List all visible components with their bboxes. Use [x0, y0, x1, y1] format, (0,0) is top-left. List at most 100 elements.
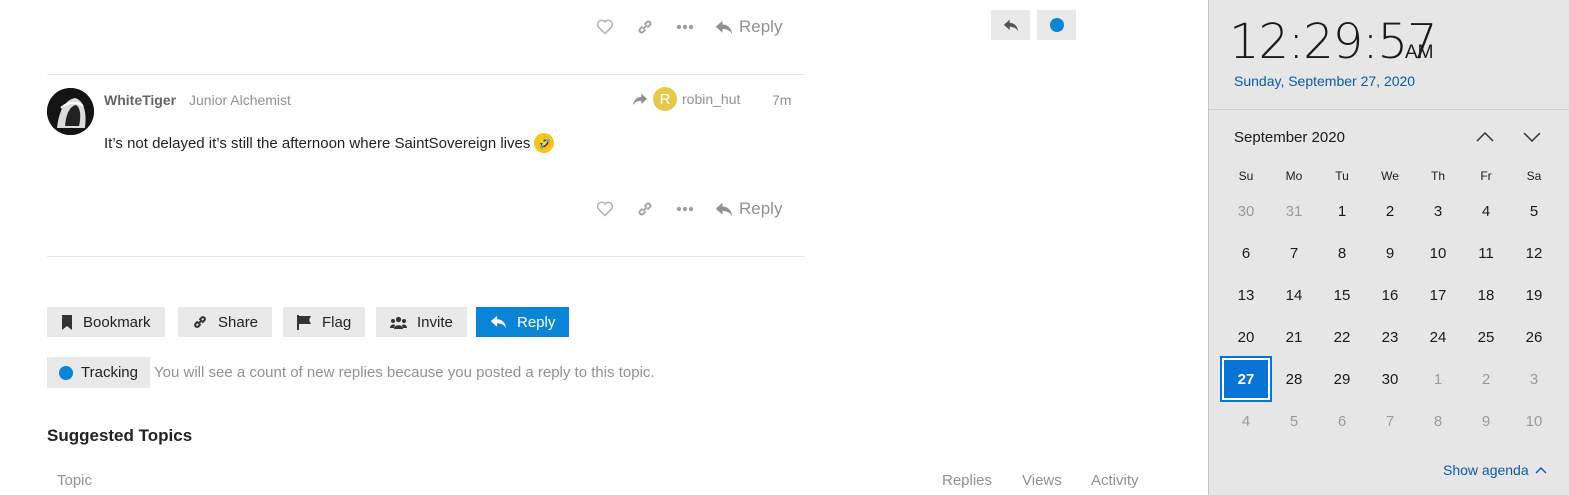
calendar-day[interactable]: 1: [1318, 190, 1366, 232]
heart-icon: [596, 201, 614, 217]
post-username[interactable]: WhiteTiger: [104, 92, 176, 108]
calendar-day[interactable]: 5: [1510, 190, 1558, 232]
calendar-day[interactable]: 15: [1318, 274, 1366, 316]
calendar-month-label[interactable]: September 2020: [1234, 129, 1345, 146]
calendar-day[interactable]: 1: [1414, 358, 1462, 400]
calendar-day[interactable]: 24: [1414, 316, 1462, 358]
calendar-day[interactable]: 17: [1414, 274, 1462, 316]
calendar-day[interactable]: 30: [1222, 190, 1270, 232]
previous-post-actions: Reply: [585, 11, 792, 43]
reply-label: Reply: [739, 17, 783, 36]
reply-label: Reply: [739, 199, 783, 218]
calendar-day[interactable]: 21: [1270, 316, 1318, 358]
notification-level-mini-button[interactable]: [1037, 10, 1076, 40]
invite-button[interactable]: Invite: [376, 307, 467, 337]
more-options-button[interactable]: [665, 193, 705, 225]
post-reply-button[interactable]: Reply: [705, 11, 792, 43]
calendar-day[interactable]: 12: [1510, 232, 1558, 274]
reply-arrow-icon: [1003, 19, 1018, 31]
calendar-day[interactable]: 13: [1222, 274, 1270, 316]
calendar-day[interactable]: 9: [1462, 400, 1510, 442]
calendar-day[interactable]: 14: [1270, 274, 1318, 316]
calendar-day[interactable]: 4: [1222, 400, 1270, 442]
like-button[interactable]: [585, 193, 625, 225]
avatar-image: [47, 88, 94, 135]
calendar-day[interactable]: 20: [1222, 316, 1270, 358]
topic-reply-mini-button[interactable]: [991, 10, 1030, 40]
clock-date-link[interactable]: Sunday, September 27, 2020: [1234, 73, 1415, 89]
post-reply-button[interactable]: Reply: [705, 193, 792, 225]
calendar-day[interactable]: 2: [1462, 358, 1510, 400]
calendar-day[interactable]: 3: [1414, 190, 1462, 232]
flag-icon: [297, 314, 311, 330]
post-content: It’s not delayed it’s still the afternoo…: [104, 133, 555, 153]
calendar-day[interactable]: 10: [1510, 400, 1558, 442]
calendar-day[interactable]: 11: [1462, 232, 1510, 274]
flag-button[interactable]: Flag: [283, 307, 366, 337]
reply-to-username: robin_hut: [682, 91, 741, 107]
user-avatar[interactable]: [47, 88, 94, 135]
calendar-day-today[interactable]: 27: [1220, 356, 1272, 402]
calendar-day[interactable]: 10: [1414, 232, 1462, 274]
copy-link-button[interactable]: [625, 11, 665, 43]
show-agenda-button[interactable]: Show agenda: [1443, 462, 1547, 478]
calendar-day[interactable]: 7: [1270, 232, 1318, 274]
post-divider: [47, 256, 805, 257]
calendar-day[interactable]: 30: [1366, 358, 1414, 400]
calendar-day[interactable]: 28: [1270, 358, 1318, 400]
calendar-day[interactable]: 9: [1366, 232, 1414, 274]
calendar-day[interactable]: 25: [1462, 316, 1510, 358]
post-date[interactable]: 7m: [772, 92, 791, 108]
calendar-day[interactable]: 6: [1222, 232, 1270, 274]
calendar-day[interactable]: 16: [1366, 274, 1414, 316]
calendar-day[interactable]: 8: [1318, 232, 1366, 274]
notification-tracking-button[interactable]: Tracking: [47, 357, 150, 388]
calendar-day[interactable]: 23: [1366, 316, 1414, 358]
more-options-button[interactable]: [665, 11, 705, 43]
reply-to-tab[interactable]: R robin_hut: [632, 87, 740, 111]
calendar-day[interactable]: 4: [1462, 190, 1510, 232]
bookmark-icon: [62, 314, 72, 330]
next-month-button[interactable]: [1518, 126, 1546, 148]
previous-month-button[interactable]: [1471, 126, 1499, 148]
reply-arrow-icon: [715, 202, 733, 216]
reply-to-avatar: R: [653, 87, 677, 111]
link-icon: [638, 202, 652, 216]
calendar-day[interactable]: 6: [1318, 400, 1366, 442]
bookmark-label: Bookmark: [83, 313, 151, 331]
copy-link-button[interactable]: [625, 193, 665, 225]
topic-reply-label: Reply: [517, 313, 556, 331]
calendar-day[interactable]: 31: [1270, 190, 1318, 232]
share-arrow-icon: [632, 93, 648, 105]
calendar-day[interactable]: 29: [1318, 358, 1366, 400]
rofl-emoji-icon: 🤣: [534, 133, 555, 153]
calendar-day[interactable]: 18: [1462, 274, 1510, 316]
calendar-day[interactable]: 5: [1270, 400, 1318, 442]
calendar-day[interactable]: 19: [1510, 274, 1558, 316]
column-header-activity[interactable]: Activity: [1091, 472, 1139, 489]
calendar-day[interactable]: 7: [1366, 400, 1414, 442]
weekday-header: Sa: [1526, 169, 1542, 183]
calendar-day[interactable]: 8: [1414, 400, 1462, 442]
topic-reply-button[interactable]: Reply: [476, 307, 570, 337]
column-header-topic[interactable]: Topic: [57, 472, 92, 489]
column-header-replies[interactable]: Replies: [942, 472, 992, 489]
weekday-header: Tu: [1335, 169, 1349, 183]
post-user-title: Junior Alchemist: [189, 92, 291, 108]
share-button[interactable]: Share: [178, 307, 273, 337]
chevron-down-icon: [1523, 132, 1541, 142]
column-header-views[interactable]: Views: [1022, 472, 1062, 489]
like-button[interactable]: [585, 11, 625, 43]
weekday-header: Th: [1430, 169, 1445, 183]
calendar-day[interactable]: 22: [1318, 316, 1366, 358]
chevron-up-icon: [1535, 466, 1547, 473]
chevron-up-icon: [1476, 132, 1494, 142]
bookmark-button[interactable]: Bookmark: [47, 307, 165, 337]
flag-label: Flag: [322, 313, 352, 331]
calendar-day[interactable]: 2: [1366, 190, 1414, 232]
calendar-day[interactable]: 3: [1510, 358, 1558, 400]
clock-calendar-flyout: 12:29:57 AM Sunday, September 27, 2020 S…: [1208, 0, 1569, 495]
calendar-day[interactable]: 26: [1510, 316, 1558, 358]
tracking-dot-icon: [59, 365, 73, 380]
invite-label: Invite: [417, 313, 453, 331]
